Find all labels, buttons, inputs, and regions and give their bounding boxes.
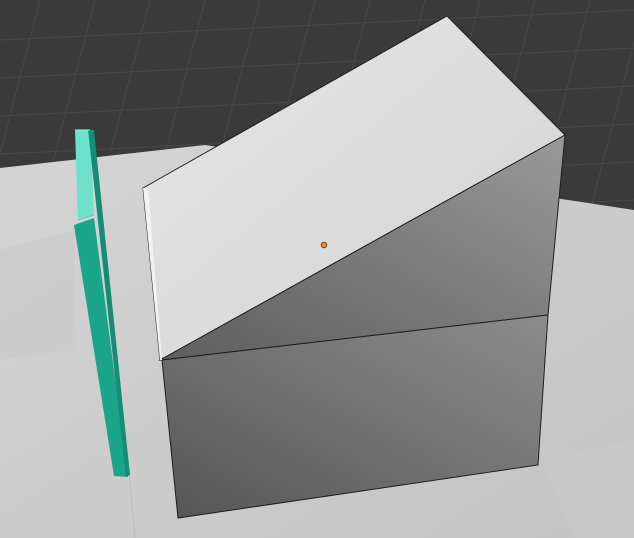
3d-viewport[interactable]	[0, 0, 634, 538]
object-origin-dot[interactable]	[320, 241, 328, 249]
viewport-canvas[interactable]	[0, 0, 634, 538]
ground-shadow	[0, 230, 75, 360]
